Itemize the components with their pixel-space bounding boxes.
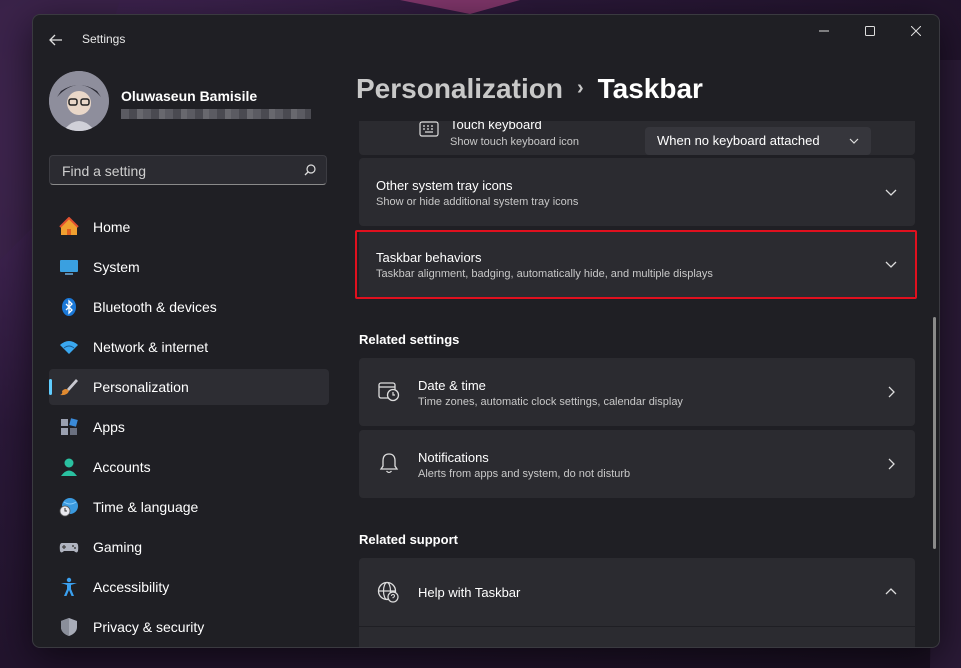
setting-subtitle: Time zones, automatic clock settings, ca…	[418, 396, 683, 408]
chevron-down-icon	[885, 261, 897, 268]
back-button[interactable]	[43, 27, 69, 53]
sidebar-item-system[interactable]: System	[49, 249, 329, 285]
page-title: Taskbar	[597, 73, 703, 104]
user-email-redacted	[121, 109, 311, 119]
sidebar-item-label: Home	[93, 219, 131, 235]
close-icon	[911, 26, 921, 36]
setting-title: Touch keyboard	[450, 121, 542, 132]
sidebar-item-label: Accessibility	[93, 579, 170, 595]
bluetooth-icon	[59, 297, 79, 317]
related-date-time[interactable]: Date & time Time zones, automatic clock …	[359, 358, 915, 426]
minimize-button[interactable]	[801, 15, 847, 47]
sidebar-item-label: Bluetooth & devices	[93, 299, 217, 315]
setting-taskbar-behaviors[interactable]: Taskbar behaviors Taskbar alignment, bad…	[359, 230, 915, 298]
setting-subtitle: Taskbar alignment, badging, automaticall…	[376, 268, 713, 280]
minimize-icon	[819, 30, 829, 32]
keyboard-icon	[419, 121, 439, 137]
dropdown-value: When no keyboard attached	[657, 133, 820, 148]
search-box[interactable]	[49, 155, 327, 185]
setting-title: Date & time	[418, 378, 486, 393]
avatar-image	[49, 71, 109, 131]
breadcrumb: Personalization › Taskbar	[356, 73, 703, 105]
maximize-button[interactable]	[847, 15, 893, 47]
sidebar-item-gaming[interactable]: Gaming	[49, 529, 329, 565]
settings-window: Settings Oluwaseun Bamisile Find a setti…	[32, 14, 940, 648]
sidebar-item-network[interactable]: Network & internet	[49, 329, 329, 365]
sidebar-item-label: System	[93, 259, 140, 275]
globe-clock-icon	[59, 497, 79, 517]
globe-help-icon	[377, 581, 399, 603]
sidebar-item-accessibility[interactable]: Accessibility	[49, 569, 329, 605]
sidebar-item-apps[interactable]: Apps	[49, 409, 329, 445]
settings-content: Touch keyboard Show touch keyboard icon …	[359, 121, 915, 647]
setting-title: Notifications	[418, 450, 489, 465]
sidebar-item-accounts[interactable]: Accounts	[49, 449, 329, 485]
setting-subtitle: Show or hide additional system tray icon…	[376, 196, 579, 208]
touch-keyboard-dropdown[interactable]: When no keyboard attached	[645, 127, 871, 155]
help-with-taskbar[interactable]: Help with Taskbar	[359, 558, 915, 626]
search-input[interactable]	[60, 161, 294, 181]
apps-icon	[59, 417, 79, 437]
setting-subtitle: Alerts from apps and system, do not dist…	[418, 468, 631, 480]
sidebar-item-label: Privacy & security	[93, 619, 205, 635]
related-notifications[interactable]: Notifications Alerts from apps and syste…	[359, 430, 915, 498]
sidebar-item-label: Time & language	[93, 499, 199, 515]
bell-icon	[379, 453, 399, 474]
sidebar-item-label: Gaming	[93, 539, 143, 555]
related-support-heading: Related support	[359, 532, 458, 547]
help-expanded-area	[359, 627, 915, 647]
brush-icon	[59, 377, 79, 397]
sidebar-nav: Home System Bluetooth & devices Network …	[49, 209, 329, 647]
related-settings-heading: Related settings	[359, 332, 460, 347]
calendar-clock-icon	[378, 382, 400, 402]
chevron-right-icon	[888, 458, 895, 470]
sidebar-item-personalization[interactable]: Personalization	[49, 369, 329, 405]
chevron-down-icon	[849, 138, 859, 144]
search-icon[interactable]	[304, 164, 316, 176]
setting-other-tray-icons[interactable]: Other system tray icons Show or hide add…	[359, 158, 915, 226]
chevron-up-icon[interactable]	[885, 586, 897, 598]
sidebar-item-time-language[interactable]: Time & language	[49, 489, 329, 525]
breadcrumb-parent[interactable]: Personalization	[356, 73, 563, 104]
chevron-right-icon: ›	[576, 77, 584, 99]
app-title: Settings	[82, 32, 126, 46]
wifi-icon	[59, 337, 79, 357]
monitor-icon	[59, 257, 79, 277]
user-name: Oluwaseun Bamisile	[121, 88, 258, 104]
setting-title: Help with Taskbar	[418, 585, 521, 600]
close-button[interactable]	[893, 15, 939, 47]
title-bar: Settings	[33, 15, 939, 63]
arrow-left-icon	[49, 34, 62, 46]
gamepad-icon	[59, 537, 79, 557]
home-icon	[59, 217, 79, 237]
sidebar-item-privacy[interactable]: Privacy & security	[49, 609, 329, 645]
avatar	[49, 71, 109, 131]
sidebar-item-label: Apps	[93, 419, 125, 435]
maximize-icon	[865, 26, 875, 36]
scrollbar[interactable]	[933, 317, 936, 549]
shield-icon	[59, 617, 79, 637]
setting-title: Other system tray icons	[376, 178, 513, 193]
sidebar-item-label: Personalization	[93, 379, 189, 395]
sidebar-item-bluetooth[interactable]: Bluetooth & devices	[49, 289, 329, 325]
accessibility-icon	[59, 577, 79, 597]
chevron-right-icon	[888, 386, 895, 398]
sidebar-item-label: Accounts	[93, 459, 151, 475]
setting-title: Taskbar behaviors	[376, 250, 482, 265]
setting-subtitle: Show touch keyboard icon	[450, 136, 580, 148]
chevron-down-icon	[885, 189, 897, 196]
setting-touch-keyboard[interactable]: Touch keyboard Show touch keyboard icon …	[359, 121, 915, 155]
sidebar-item-label: Network & internet	[93, 339, 209, 355]
person-icon	[59, 457, 79, 477]
sidebar-item-home[interactable]: Home	[49, 209, 329, 245]
